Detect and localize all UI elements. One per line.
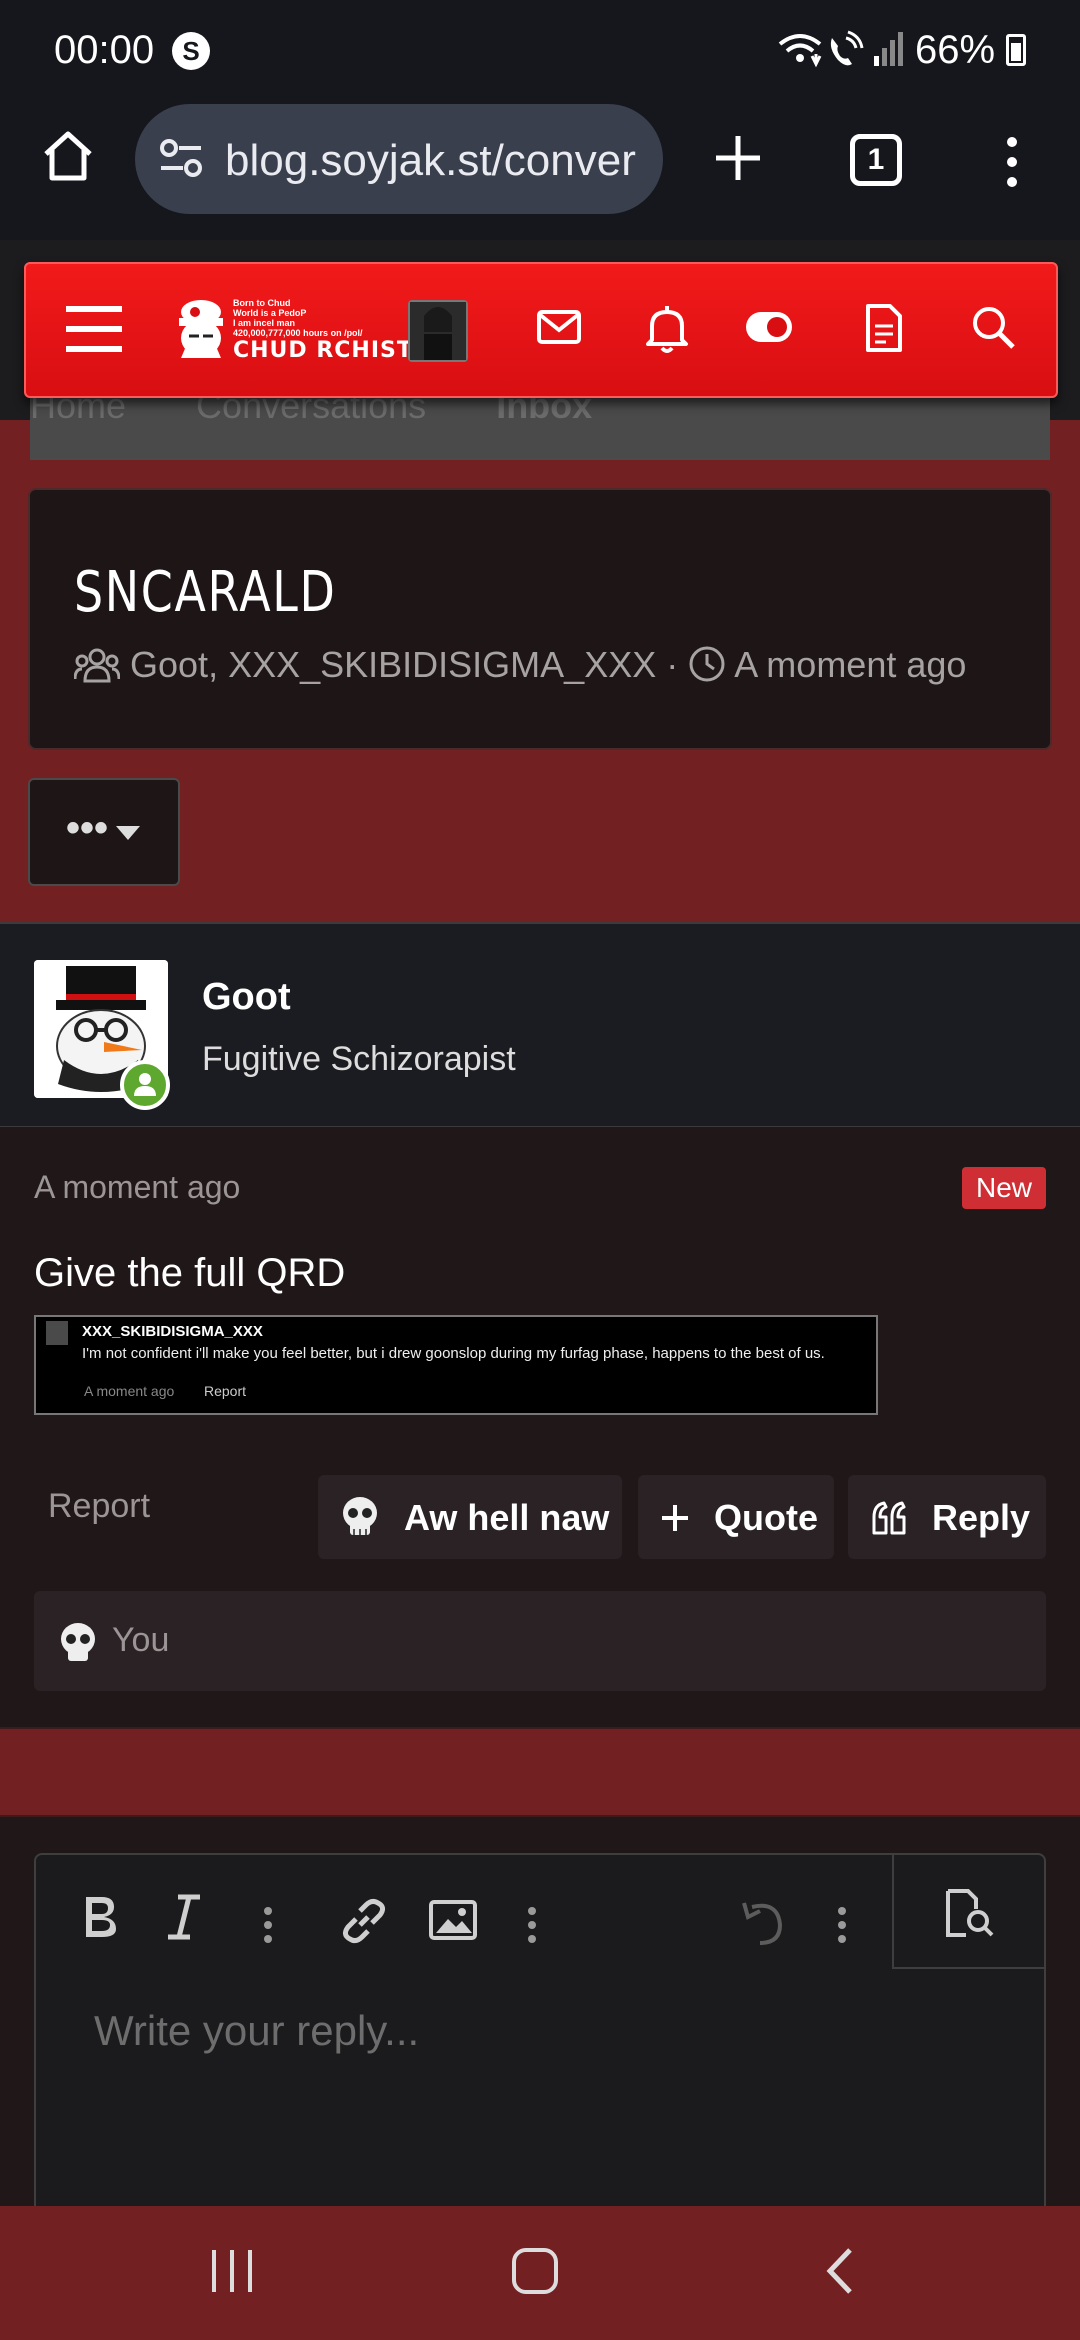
quote-button[interactable]: Quote bbox=[638, 1475, 834, 1559]
reply-editor-section: Write your reply... bbox=[0, 1817, 1080, 2213]
conversation-options-button[interactable]: ••• bbox=[28, 778, 180, 886]
browser-menu-icon[interactable] bbox=[1000, 134, 1024, 190]
italic-button[interactable] bbox=[166, 1893, 202, 1953]
message-author-header: Goot Fugitive Schizorapist bbox=[0, 922, 1080, 1127]
back-icon[interactable] bbox=[822, 2246, 856, 2296]
undo-icon[interactable] bbox=[738, 1897, 786, 1947]
logo-tagline: Born to Chud World is a PedoP I am incel… bbox=[233, 298, 363, 338]
conversation-meta: Goot, XXX_SKIBIDISIGMA_XXX · A moment ag… bbox=[73, 644, 967, 686]
reply-button[interactable]: Reply bbox=[848, 1475, 1046, 1559]
link-icon[interactable] bbox=[338, 1895, 390, 1947]
shazam-icon bbox=[172, 32, 210, 70]
system-navigation-bar bbox=[0, 2206, 1080, 2340]
bold-button[interactable] bbox=[80, 1893, 120, 1953]
recent-apps-icon[interactable] bbox=[210, 2246, 254, 2296]
author-name[interactable]: Goot bbox=[202, 976, 291, 1019]
reply-editor[interactable]: Write your reply... bbox=[34, 1853, 1046, 2213]
image-icon[interactable] bbox=[428, 1899, 478, 1941]
quoted-username: XXX_SKIBIDISIGMA_XXX bbox=[82, 1323, 263, 1340]
document-icon[interactable] bbox=[864, 304, 904, 352]
quoted-screenshot-image: XXX_SKIBIDISIGMA_XXX I'm not confident i… bbox=[34, 1315, 878, 1415]
more-text-options-icon[interactable] bbox=[262, 1905, 274, 1945]
logo-line-3: I am incel man bbox=[233, 318, 296, 328]
more-insert-options-icon[interactable] bbox=[526, 1905, 538, 1945]
more-editor-options-icon[interactable] bbox=[836, 1905, 848, 1945]
skull-reaction-icon bbox=[61, 1623, 95, 1661]
quoted-text: I'm not confident i'll make you feel bet… bbox=[82, 1345, 825, 1362]
conversation-participants[interactable]: Goot, XXX_SKIBIDISIGMA_XXX bbox=[130, 644, 656, 685]
quoted-time: A moment ago bbox=[84, 1383, 175, 1399]
skull-icon bbox=[343, 1497, 377, 1535]
reply-input-placeholder[interactable]: Write your reply... bbox=[94, 2007, 419, 2055]
quote-button-label: Quote bbox=[714, 1497, 818, 1538]
participants-icon bbox=[73, 648, 121, 683]
site-navbar: Born to Chud World is a PedoP I am incel… bbox=[24, 262, 1058, 398]
user-online-icon bbox=[134, 1073, 156, 1096]
new-badge: New bbox=[962, 1167, 1046, 1209]
plus-icon bbox=[662, 1505, 688, 1531]
notifications-bell-icon[interactable] bbox=[644, 304, 690, 354]
reactions-users[interactable]: You bbox=[112, 1621, 169, 1660]
logo-line-4: 420,000,777,000 hours on /pol/ bbox=[233, 328, 363, 338]
meta-separator: · bbox=[666, 644, 679, 685]
online-status-badge bbox=[120, 1060, 170, 1110]
preview-search-document-icon bbox=[946, 1889, 994, 1937]
reactions-bar[interactable]: You bbox=[34, 1591, 1046, 1691]
logo-chud-head-icon bbox=[179, 300, 223, 358]
tab-switcher-button[interactable]: 1 bbox=[850, 134, 902, 186]
author-title: Fugitive Schizorapist bbox=[202, 1040, 516, 1078]
address-bar[interactable]: blog.soyjak.st/conver bbox=[135, 104, 663, 214]
avatar-figure-icon bbox=[410, 302, 466, 360]
home-button-icon[interactable] bbox=[510, 2246, 560, 2296]
home-icon[interactable] bbox=[40, 128, 96, 184]
conversation-time: A moment ago bbox=[734, 644, 967, 685]
report-link[interactable]: Report bbox=[48, 1487, 150, 1526]
chevron-down-icon bbox=[116, 826, 140, 840]
preview-button[interactable] bbox=[892, 1855, 1046, 1969]
browser-toolbar: blog.soyjak.st/conver 1 bbox=[0, 100, 1080, 240]
inbox-envelope-icon[interactable] bbox=[536, 304, 582, 350]
status-time: 00:00 bbox=[54, 28, 155, 72]
more-dots-icon: ••• bbox=[66, 806, 109, 850]
bold-icon bbox=[86, 1897, 116, 1937]
quoted-avatar bbox=[46, 1321, 68, 1345]
quoted-report: Report bbox=[204, 1383, 247, 1399]
hamburger-menu-icon[interactable] bbox=[66, 304, 122, 354]
logo-line-2: World is a PedoP bbox=[233, 308, 307, 318]
search-icon[interactable] bbox=[970, 304, 1016, 350]
conversation-header-card: SNCARALD Goot, XXX_SKIBIDISIGMA_XXX · A … bbox=[28, 488, 1052, 750]
message-body: A moment ago New Give the full QRD XXX_S… bbox=[0, 1127, 1080, 1727]
italic-icon bbox=[168, 1894, 200, 1940]
logo-line-1: Born to Chud bbox=[233, 298, 291, 308]
battery-percent: 66% bbox=[915, 28, 996, 72]
reply-button-label: Reply bbox=[932, 1497, 1031, 1538]
logo-wordmark: CHUD RCHIST bbox=[233, 338, 413, 363]
site-logo[interactable]: Born to Chud World is a PedoP I am incel… bbox=[171, 294, 412, 370]
conversation-title: SNCARALD bbox=[74, 560, 337, 625]
battery-icon bbox=[1006, 34, 1026, 66]
quote-marks-icon bbox=[872, 1501, 906, 1535]
react-button-label: Aw hell naw bbox=[404, 1497, 610, 1538]
status-bar: 00:00 66% bbox=[0, 0, 1080, 100]
section-separator bbox=[0, 1727, 1080, 1817]
wifi-call-signal-icon bbox=[778, 30, 903, 68]
user-avatar[interactable] bbox=[408, 300, 468, 362]
theme-toggle-icon[interactable] bbox=[744, 304, 794, 350]
message-text: Give the full QRD bbox=[34, 1251, 346, 1295]
new-tab-icon[interactable] bbox=[710, 130, 766, 186]
message-time[interactable]: A moment ago bbox=[34, 1169, 240, 1206]
url-text[interactable]: blog.soyjak.st/conver bbox=[225, 136, 636, 186]
react-button[interactable]: Aw hell naw bbox=[318, 1475, 622, 1559]
clock-icon bbox=[689, 646, 725, 682]
site-settings-icon[interactable] bbox=[157, 134, 207, 184]
